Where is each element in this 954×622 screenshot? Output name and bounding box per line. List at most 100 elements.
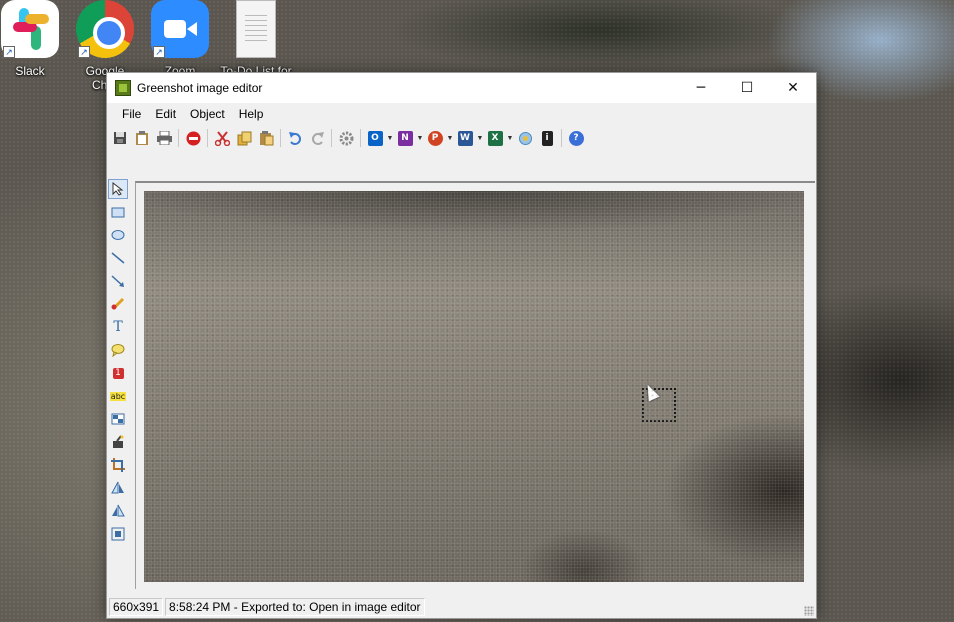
crop-icon bbox=[111, 458, 125, 472]
selection-marquee[interactable] bbox=[642, 388, 676, 422]
rectangle-icon bbox=[111, 207, 125, 218]
word-icon: W bbox=[457, 130, 473, 146]
shortcut-arrow-icon: ↗ bbox=[78, 46, 90, 58]
save-button[interactable] bbox=[109, 127, 131, 149]
arrow-icon bbox=[111, 275, 124, 287]
obfuscate-tool[interactable] bbox=[108, 409, 128, 429]
pencil-icon bbox=[111, 297, 125, 311]
rotate-counterclockwise-tool[interactable] bbox=[108, 501, 128, 521]
window-title: Greenshot image editor bbox=[137, 81, 263, 95]
toolbar-separator bbox=[331, 129, 332, 147]
resize-icon bbox=[111, 527, 125, 541]
settings-button[interactable] bbox=[335, 127, 357, 149]
canvas-area bbox=[135, 181, 815, 589]
pixelate-icon bbox=[111, 413, 125, 425]
crop-tool[interactable] bbox=[108, 455, 128, 475]
rotate-clockwise-tool[interactable] bbox=[108, 478, 128, 498]
info-button[interactable]: i bbox=[536, 127, 558, 149]
mouse-cursor-icon bbox=[642, 381, 660, 402]
toolbar: O ▼ N ▼ P ▼ W ▼ X ▼ i ? bbox=[107, 125, 816, 151]
word-dropdown[interactable]: ▼ bbox=[476, 135, 484, 142]
stop-icon bbox=[186, 131, 200, 145]
title-bar[interactable]: Greenshot image editor ─ ☐ ✕ bbox=[107, 73, 816, 103]
upload-icon bbox=[518, 131, 532, 145]
toolbar-separator bbox=[207, 129, 208, 147]
onenote-button[interactable]: N bbox=[394, 127, 416, 149]
help-icon: ? bbox=[568, 130, 584, 146]
resize-grip-icon[interactable] bbox=[804, 606, 814, 616]
text-tool[interactable]: T bbox=[108, 317, 128, 337]
powerpoint-icon: P bbox=[427, 130, 443, 146]
copy-icon bbox=[237, 131, 251, 145]
speechbubble-tool[interactable] bbox=[108, 340, 128, 360]
minimize-button[interactable]: ─ bbox=[678, 73, 724, 103]
menu-file[interactable]: File bbox=[115, 103, 148, 125]
outlook-dropdown[interactable]: ▼ bbox=[386, 135, 394, 142]
floppy-disk-icon bbox=[114, 132, 126, 144]
shortcut-arrow-icon: ↗ bbox=[153, 46, 165, 58]
freehand-tool[interactable] bbox=[108, 294, 128, 314]
shortcut-arrow-icon: ↗ bbox=[3, 46, 15, 58]
effects-tool[interactable] bbox=[108, 432, 128, 452]
undo-icon bbox=[288, 131, 301, 145]
rectangle-tool[interactable] bbox=[108, 202, 128, 222]
toolbar-separator bbox=[561, 129, 562, 147]
rotate-counterclockwise-icon bbox=[112, 504, 125, 517]
counter-tool[interactable]: 1 bbox=[108, 363, 128, 383]
print-button[interactable] bbox=[153, 127, 175, 149]
drawing-tools: T 1 abc bbox=[107, 179, 131, 559]
help-button[interactable]: ? bbox=[565, 127, 587, 149]
cursor-icon bbox=[112, 182, 124, 196]
text-document-icon bbox=[236, 0, 276, 58]
maximize-button[interactable]: ☐ bbox=[724, 73, 770, 103]
rotate-clockwise-icon bbox=[111, 481, 124, 494]
ellipse-tool[interactable] bbox=[108, 225, 128, 245]
menu-edit[interactable]: Edit bbox=[148, 103, 183, 125]
menu-bar: File Edit Object Help bbox=[107, 103, 816, 125]
redo-icon bbox=[311, 131, 324, 145]
copy-button[interactable] bbox=[233, 127, 255, 149]
menu-object[interactable]: Object bbox=[183, 103, 232, 125]
cut-button[interactable] bbox=[211, 127, 233, 149]
desktop-icon-todo[interactable]: To-Do List for bbox=[219, 0, 293, 78]
paste-button[interactable] bbox=[255, 127, 277, 149]
resize-tool[interactable] bbox=[108, 524, 128, 544]
redo-button[interactable] bbox=[306, 127, 328, 149]
word-button[interactable]: W bbox=[454, 127, 476, 149]
close-editor-button[interactable] bbox=[182, 127, 204, 149]
gear-icon bbox=[339, 131, 353, 145]
ellipse-icon bbox=[111, 230, 125, 240]
desktop-icon-slack[interactable]: ↗ Slack bbox=[0, 0, 66, 78]
powerpoint-dropdown[interactable]: ▼ bbox=[446, 135, 454, 142]
chrome-icon: ↗ bbox=[76, 0, 134, 58]
line-icon bbox=[111, 252, 125, 264]
scissors-icon bbox=[214, 130, 230, 146]
window-controls: ─ ☐ ✕ bbox=[678, 73, 816, 103]
close-button[interactable]: ✕ bbox=[770, 73, 816, 103]
arrow-tool[interactable] bbox=[108, 271, 128, 291]
greenshot-app-icon bbox=[115, 80, 131, 96]
line-tool[interactable] bbox=[108, 248, 128, 268]
outlook-button[interactable]: O bbox=[364, 127, 386, 149]
desktop-icon-zoom[interactable]: ↗ Zoom bbox=[144, 0, 216, 78]
excel-button[interactable]: X bbox=[484, 127, 506, 149]
speech-bubble-icon bbox=[111, 344, 125, 357]
highlight-tool[interactable]: abc bbox=[108, 386, 128, 406]
menu-help[interactable]: Help bbox=[232, 103, 271, 125]
copy-to-clipboard-button[interactable] bbox=[131, 127, 153, 149]
status-bar: 660x391 8:58:24 PM - Exported to: Open i… bbox=[107, 596, 816, 618]
excel-dropdown[interactable]: ▼ bbox=[506, 135, 514, 142]
magic-wand-icon bbox=[113, 435, 124, 448]
undo-button[interactable] bbox=[284, 127, 306, 149]
zoom-icon: ↗ bbox=[151, 0, 209, 58]
imgur-button[interactable] bbox=[514, 127, 536, 149]
outlook-icon: O bbox=[367, 130, 383, 146]
onenote-dropdown[interactable]: ▼ bbox=[416, 135, 424, 142]
select-tool[interactable] bbox=[108, 179, 128, 199]
powerpoint-button[interactable]: P bbox=[424, 127, 446, 149]
captured-image[interactable] bbox=[144, 191, 804, 582]
text-icon: T bbox=[113, 319, 123, 335]
toolbar-separator bbox=[178, 129, 179, 147]
toolbar-separator bbox=[280, 129, 281, 147]
greenshot-editor-window: Greenshot image editor ─ ☐ ✕ File Edit O… bbox=[106, 72, 817, 619]
